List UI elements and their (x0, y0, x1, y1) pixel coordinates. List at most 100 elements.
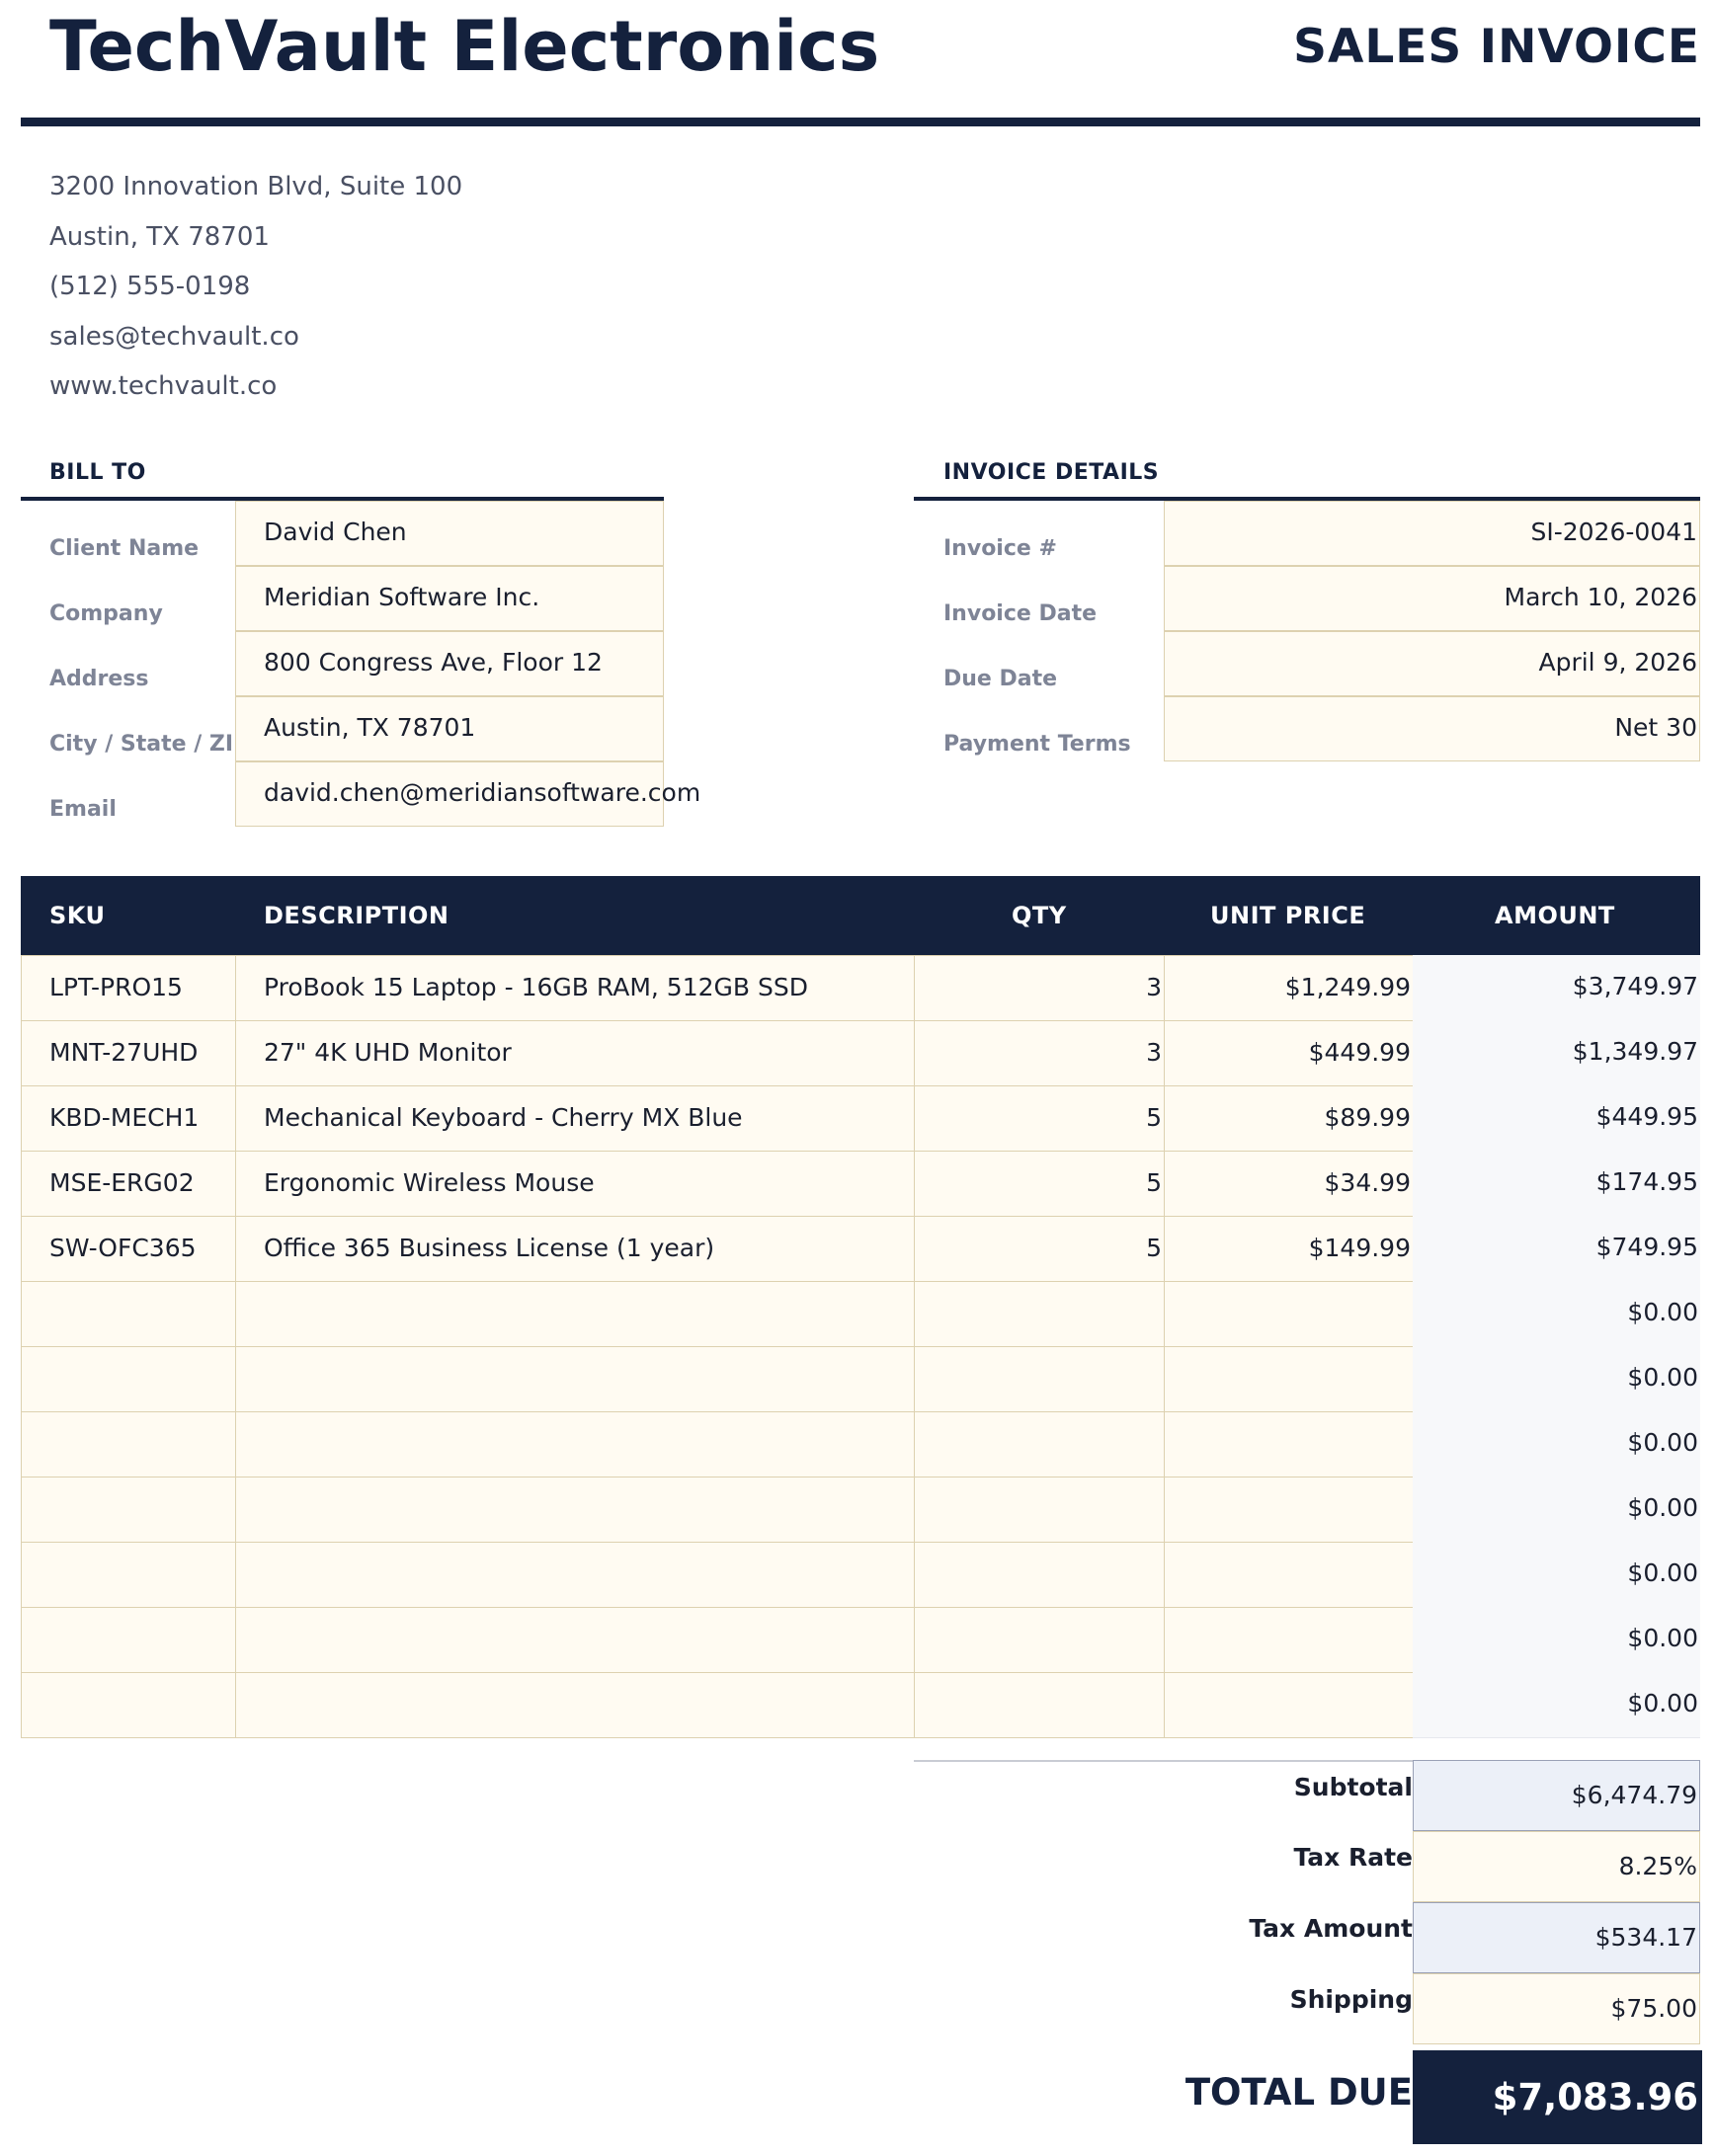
unit-price-cell[interactable]: $89.99 (1164, 1085, 1414, 1152)
subtotal-label: Subtotal (1293, 1773, 1413, 1801)
company-name: TechVault Electronics (49, 6, 880, 87)
company-phone: (512) 555-0198 (49, 272, 251, 301)
company-field[interactable]: Meridian Software Inc. (235, 566, 664, 631)
description-cell[interactable] (235, 1542, 915, 1608)
unit-price-cell[interactable] (1164, 1477, 1414, 1543)
unit-price-cell[interactable]: $1,249.99 (1164, 955, 1414, 1021)
payment-terms-field[interactable]: Net 30 (1164, 696, 1700, 761)
shipping-label: Shipping (1289, 1985, 1413, 2014)
payment-terms-label: Payment Terms (943, 732, 1131, 757)
description-cell[interactable]: Ergonomic Wireless Mouse (235, 1151, 915, 1217)
unit-price-cell[interactable] (1164, 1346, 1414, 1412)
description-cell[interactable] (235, 1477, 915, 1543)
amount-cell: $3,749.97 (1413, 955, 1700, 1021)
description-cell[interactable]: 27" 4K UHD Monitor (235, 1020, 915, 1086)
sku-cell[interactable] (21, 1542, 236, 1608)
amount-cell: $1,349.97 (1413, 1020, 1700, 1086)
description-header: DESCRIPTION (264, 902, 449, 929)
unit-price-cell[interactable]: $149.99 (1164, 1216, 1414, 1282)
tax-rate-label: Tax Rate (1293, 1843, 1413, 1872)
company-website: www.techvault.co (49, 371, 278, 401)
qty-cell[interactable]: 3 (914, 955, 1165, 1021)
invoice-details-title: INVOICE DETAILS (943, 460, 1160, 485)
amount-cell: $0.00 (1413, 1542, 1700, 1608)
city-state-zip-field[interactable]: Austin, TX 78701 (235, 696, 664, 761)
unit-price-cell[interactable] (1164, 1672, 1414, 1738)
client-name-label: Client Name (49, 536, 200, 561)
qty-cell[interactable] (914, 1346, 1165, 1412)
amount-cell: $449.95 (1413, 1085, 1700, 1152)
tax-rate-field[interactable]: 8.25% (1413, 1831, 1700, 1902)
unit-price-cell[interactable] (1164, 1281, 1414, 1347)
sku-cell[interactable] (21, 1411, 236, 1477)
company-city-line: Austin, TX 78701 (49, 222, 270, 252)
unit-price-cell[interactable] (1164, 1411, 1414, 1477)
invoice-date-label: Invoice Date (943, 601, 1098, 626)
line-items-header: SKU DESCRIPTION QTY UNIT PRICE AMOUNT (21, 876, 1700, 955)
qty-cell[interactable] (914, 1672, 1165, 1738)
qty-cell[interactable] (914, 1281, 1165, 1347)
description-cell[interactable] (235, 1607, 915, 1673)
description-cell[interactable] (235, 1346, 915, 1412)
amount-cell: $0.00 (1413, 1346, 1700, 1412)
tax-amount-value: $534.17 (1413, 1902, 1700, 1973)
shipping-field[interactable]: $75.00 (1413, 1973, 1700, 2044)
unit-price-cell[interactable]: $34.99 (1164, 1151, 1414, 1217)
due-date-field[interactable]: April 9, 2026 (1164, 631, 1700, 696)
sku-cell[interactable]: MSE-ERG02 (21, 1151, 236, 1217)
qty-cell[interactable] (914, 1477, 1165, 1543)
sku-cell[interactable] (21, 1672, 236, 1738)
qty-cell[interactable] (914, 1607, 1165, 1673)
amount-cell: $174.95 (1413, 1151, 1700, 1217)
amount-cell: $0.00 (1413, 1281, 1700, 1347)
invoice-number-label: Invoice # (943, 536, 1057, 561)
email-label: Email (49, 797, 117, 822)
tax-amount-label: Tax Amount (1249, 1914, 1413, 1943)
due-date-label: Due Date (943, 667, 1058, 691)
unit-price-cell[interactable] (1164, 1542, 1414, 1608)
sku-cell[interactable] (21, 1281, 236, 1347)
address-field[interactable]: 800 Congress Ave, Floor 12 (235, 631, 664, 696)
company-address-line: 3200 Innovation Blvd, Suite 100 (49, 172, 463, 201)
amount-cell: $0.00 (1413, 1411, 1700, 1477)
invoice-date-field[interactable]: March 10, 2026 (1164, 566, 1700, 631)
qty-cell[interactable] (914, 1411, 1165, 1477)
sku-header: SKU (49, 902, 106, 929)
qty-header: QTY (1012, 902, 1067, 929)
total-due-value: $7,083.96 (1413, 2050, 1702, 2144)
header-divider (21, 118, 1700, 126)
subtotal-value: $6,474.79 (1413, 1760, 1700, 1831)
description-cell[interactable] (235, 1411, 915, 1477)
total-due-label: TOTAL DUE (1184, 2071, 1413, 2114)
description-cell[interactable]: Office 365 Business License (1 year) (235, 1216, 915, 1282)
amount-cell: $749.95 (1413, 1216, 1700, 1282)
qty-cell[interactable] (914, 1542, 1165, 1608)
company-label: Company (49, 601, 163, 626)
sku-cell[interactable]: SW-OFC365 (21, 1216, 236, 1282)
sku-cell[interactable]: LPT-PRO15 (21, 955, 236, 1021)
description-cell[interactable]: Mechanical Keyboard - Cherry MX Blue (235, 1085, 915, 1152)
description-cell[interactable] (235, 1672, 915, 1738)
unit-price-cell[interactable] (1164, 1607, 1414, 1673)
sku-cell[interactable] (21, 1477, 236, 1543)
qty-cell[interactable]: 3 (914, 1020, 1165, 1086)
sku-cell[interactable]: MNT-27UHD (21, 1020, 236, 1086)
sku-cell[interactable] (21, 1607, 236, 1673)
unit-price-cell[interactable]: $449.99 (1164, 1020, 1414, 1086)
qty-cell[interactable]: 5 (914, 1085, 1165, 1152)
email-field[interactable]: david.chen@meridiansoftware.com (235, 761, 700, 827)
description-cell[interactable]: ProBook 15 Laptop - 16GB RAM, 512GB SSD (235, 955, 915, 1021)
client-name-field[interactable]: David Chen (235, 501, 664, 566)
company-email: sales@techvault.co (49, 322, 299, 352)
amount-header: AMOUNT (1495, 902, 1615, 929)
amount-cell: $0.00 (1413, 1477, 1700, 1543)
invoice-number-field[interactable]: SI-2026-0041 (1164, 501, 1700, 566)
qty-cell[interactable]: 5 (914, 1216, 1165, 1282)
bill-to-title: BILL TO (49, 460, 146, 485)
unit-price-header: UNIT PRICE (1210, 902, 1366, 929)
amount-cell: $0.00 (1413, 1672, 1700, 1738)
description-cell[interactable] (235, 1281, 915, 1347)
sku-cell[interactable] (21, 1346, 236, 1412)
sku-cell[interactable]: KBD-MECH1 (21, 1085, 236, 1152)
qty-cell[interactable]: 5 (914, 1151, 1165, 1217)
